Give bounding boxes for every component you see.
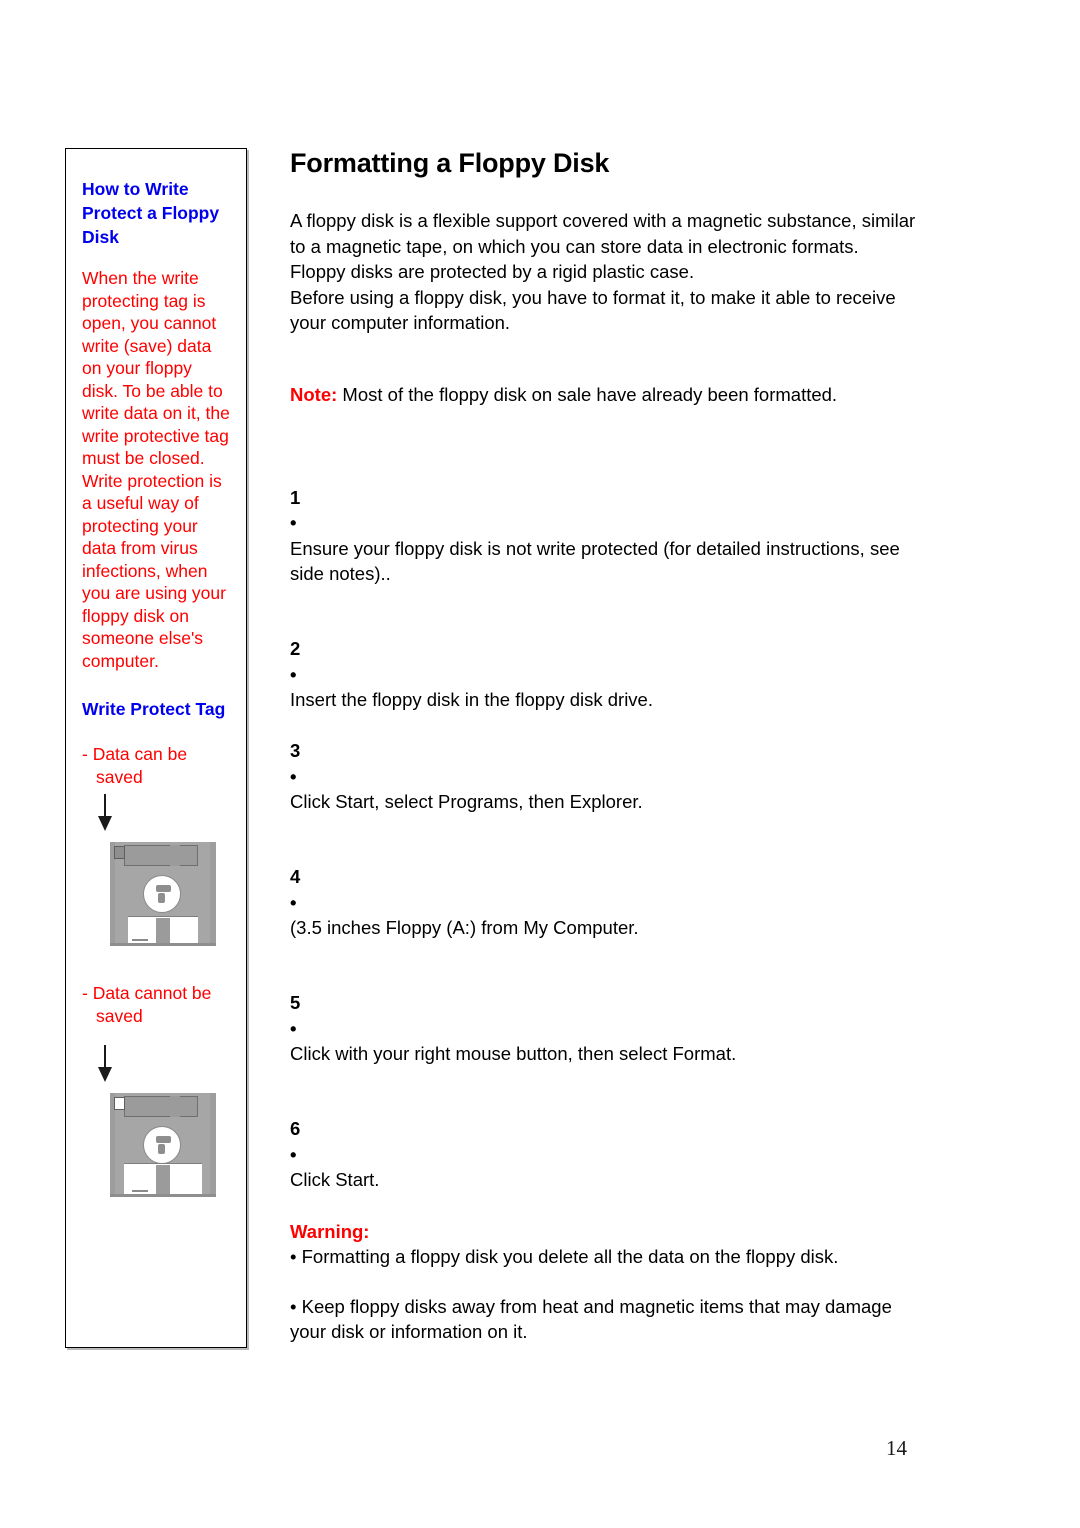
page-number: 14 [886,1436,907,1460]
step-item-3: 3 • Click Start, select Programs, then E… [290,713,930,815]
warning-title: Warning: [290,1220,370,1242]
step-text-3: Click Start, select Programs, then Explo… [290,791,643,812]
down-arrow-icon [96,794,116,834]
figure-label-data-can-be-saved: - Data can be saved [82,744,188,787]
step-number-1: 1 [290,486,301,508]
step-number-2: 2 [290,638,301,659]
note-text: Most of the floppy disk on sale have alr… [342,383,838,405]
down-arrow-icon-2 [96,1045,116,1085]
figure-label-data-cannot-be-saved: - Data cannot be saved [82,983,212,1026]
step-text-6: Click Start. [290,1169,380,1190]
step-item-1: 1 • Ensure your floppy disk is not write… [290,459,930,587]
step-bullet-5: • [290,1017,297,1039]
write-protect-window-open-icon [114,1097,125,1110]
step-text-2: Insert the floppy disk in the floppy dis… [290,689,653,710]
step-text-4: (3.5 inches Floppy (A:) from My Computer… [290,917,639,938]
warning-item-2: • Keep floppy disks away from heat and m… [290,1295,892,1343]
sidebar-paragraph-write-protect-explanation: When the write protecting tag is open, y… [82,268,230,671]
step-bullet-4: • [290,891,297,913]
step-number-4: 4 [290,866,301,887]
step-bullet-6: • [290,1143,297,1165]
floppy-disk-image-write-protect-open [110,1093,232,1197]
step-number-6: 6 [290,1118,301,1139]
step-bullet-2: • [290,663,297,685]
step-bullet-1: • [290,512,297,533]
step-item-5: 5 • Click with your right mouse button, … [290,965,930,1067]
warning-section: Warning: • Formatting a floppy disk you … [290,1219,930,1345]
step-item-2: 2 • Insert the floppy disk in the floppy… [290,611,930,713]
warning-item-1: • Formatting a floppy disk you delete al… [290,1246,839,1267]
document-page: How to Write Protect a Floppy Disk When … [0,0,1080,1528]
side-note-box: How to Write Protect a Floppy Disk When … [65,148,247,1348]
sidebar-heading-how-to-write-protect: How to Write Protect a Floppy Disk [82,179,220,247]
write-protect-window-closed-icon [114,846,125,859]
step-text-5: Click with your right mouse button, then… [290,1043,737,1064]
main-content: Formatting a Floppy Disk A floppy disk i… [290,146,930,1345]
floppy-shutter-icon [124,845,198,866]
step-bullet-3: • [290,765,297,787]
floppy-disk-image-write-protect-closed [110,842,232,946]
floppy-shutter-icon-2 [124,1096,198,1117]
step-item-6: 6 • Click Start. [290,1091,930,1193]
sidebar-heading-write-protect-tag: Write Protect Tag [82,699,226,719]
step-number-5: 5 [290,992,301,1013]
floppy-hub-icon [143,875,181,913]
floppy-hub-icon-2 [143,1126,181,1164]
steps-list: 1 • Ensure your floppy disk is not write… [290,459,930,1193]
note-paragraph: Note: Most of the floppy disk on sale ha… [290,382,930,408]
note-label: Note: [290,383,338,405]
page-title: Formatting a Floppy Disk [290,148,610,178]
step-item-4: 4 • (3.5 inches Floppy (A:) from My Comp… [290,839,930,941]
step-text-1: Ensure your floppy disk is not write pro… [290,537,900,585]
intro-paragraph: A floppy disk is a flexible support cove… [290,210,916,333]
step-number-3: 3 [290,740,301,761]
